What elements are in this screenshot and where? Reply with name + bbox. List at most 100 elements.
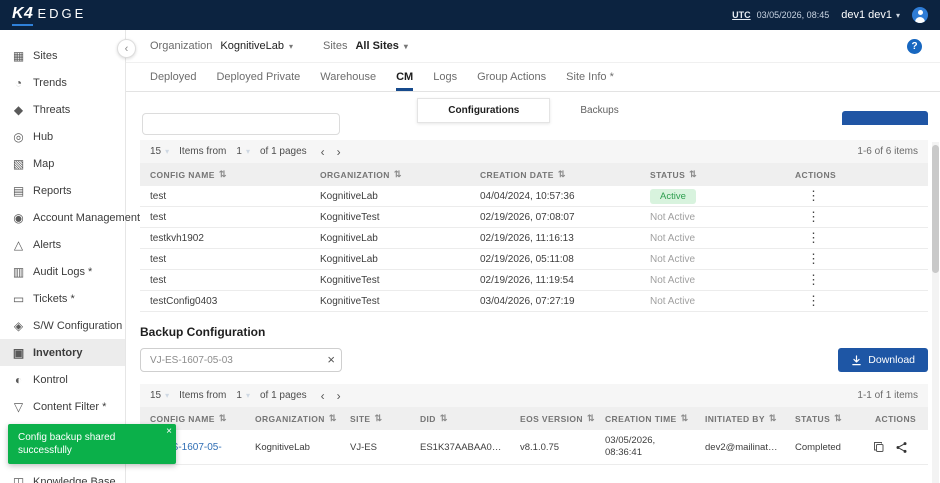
tab-group-actions[interactable]: Group Actions: [477, 63, 546, 91]
sidebar-item-label: Sites: [33, 50, 57, 62]
table-row: testConfig0403 KognitiveTest 03/04/2026,…: [140, 291, 928, 312]
user-menu[interactable]: dev1 dev1 ▾: [841, 9, 900, 21]
clear-search-icon[interactable]: ×: [327, 352, 335, 368]
sidebar-collapse-button[interactable]: ‹: [117, 39, 136, 58]
sort-icon[interactable]: ⇅: [219, 169, 227, 180]
row-actions-menu-icon[interactable]: ⋮: [795, 293, 820, 308]
status-text: Not Active: [640, 296, 785, 307]
next-page-icon[interactable]: ›: [337, 390, 341, 402]
prev-page-icon[interactable]: ‹: [321, 146, 325, 158]
top-header: K4 EDGE UTC 03/05/2026, 08:45 dev1 dev1 …: [0, 0, 940, 30]
tab-warehouse[interactable]: Warehouse: [320, 63, 376, 91]
utc-timezone-link[interactable]: UTC: [732, 10, 751, 20]
sidebar-item-content-filter[interactable]: ▽Content Filter *: [0, 393, 125, 420]
sidebar-item-sites[interactable]: ▦Sites: [0, 42, 125, 69]
creation-time-cell: 03/05/2026, 08:36:41: [595, 435, 695, 459]
subtabs-row: Configurations Backups: [126, 92, 940, 128]
sites-value: All Sites: [355, 40, 398, 52]
page-size-select[interactable]: 15 ▾: [150, 146, 169, 157]
eos-version-cell: v8.1.0.75: [510, 442, 595, 453]
sort-icon[interactable]: ⇅: [375, 413, 383, 424]
creation-date-cell: 04/04/2024, 10:57:36: [470, 191, 640, 202]
did-cell: ES1K37AABAA001607: [410, 442, 510, 453]
sidebar-item-inventory[interactable]: ▣Inventory: [0, 339, 125, 366]
account-icon: ◉: [12, 211, 25, 225]
vertical-scrollbar-thumb[interactable]: [932, 145, 939, 273]
next-page-icon[interactable]: ›: [337, 146, 341, 158]
organization-cell: KognitiveLab: [310, 233, 470, 244]
scrolled-partial-input[interactable]: [142, 113, 340, 135]
status-text: Completed: [785, 442, 865, 453]
row-actions-menu-icon[interactable]: ⋮: [795, 272, 820, 287]
sort-icon[interactable]: ⇅: [329, 413, 337, 424]
creation-date-cell: 03/04/2026, 07:27:19: [470, 296, 640, 307]
column-header: ACTIONS: [795, 170, 836, 180]
user-avatar-icon[interactable]: [912, 7, 928, 23]
table-row: testkvh1902 KognitiveLab 02/19/2026, 11:…: [140, 228, 928, 249]
sidebar-item-reports[interactable]: ▤Reports: [0, 177, 125, 204]
status-text: Not Active: [640, 212, 785, 223]
status-text: Not Active: [640, 233, 785, 244]
sidebar-item-hub[interactable]: ◎Hub: [0, 123, 125, 150]
creation-date-cell: 02/19/2026, 11:19:54: [470, 275, 640, 286]
row-actions-menu-icon[interactable]: ⋮: [795, 188, 820, 203]
column-header: DID: [420, 414, 436, 424]
sidebar-item-label: Inventory: [33, 347, 83, 359]
creation-date-cell: 02/19/2026, 05:11:08: [470, 254, 640, 265]
page-number-select[interactable]: 1 ▾: [236, 390, 250, 401]
tab-cm[interactable]: CM: [396, 63, 413, 91]
sort-icon[interactable]: ⇅: [219, 413, 227, 424]
items-range-label: 1-1 of 1 items: [857, 390, 918, 401]
backup-search-input[interactable]: [140, 348, 342, 372]
page-number-select[interactable]: 1 ▾: [236, 146, 250, 157]
sort-icon[interactable]: ⇅: [558, 169, 566, 180]
page-size-value: 15: [150, 390, 161, 401]
table-row: test KognitiveTest 02/19/2026, 11:19:54 …: [140, 270, 928, 291]
sidebar-item-label: S/W Configuration: [33, 320, 122, 332]
sites-select[interactable]: All Sites ▾: [355, 40, 407, 52]
sort-icon[interactable]: ⇅: [681, 413, 689, 424]
tab-logs[interactable]: Logs: [433, 63, 457, 91]
sidebar-item-sw-configuration[interactable]: ◈S/W Configuration: [0, 312, 125, 339]
sort-icon[interactable]: ⇅: [769, 413, 777, 424]
sidebar-item-label: Alerts: [33, 239, 61, 251]
toast-close-icon[interactable]: ×: [166, 425, 172, 438]
sidebar-item-tickets[interactable]: ▭Tickets *: [0, 285, 125, 312]
download-button[interactable]: Download: [838, 348, 928, 372]
prev-page-icon[interactable]: ‹: [321, 390, 325, 402]
subtab-configurations[interactable]: Configurations: [417, 98, 550, 123]
kontrol-icon: ◐: [12, 373, 25, 387]
sidebar-item-audit-logs[interactable]: ▥Audit Logs *: [0, 258, 125, 285]
column-header: STATUS: [795, 414, 830, 424]
sidebar-item-trends[interactable]: ◔Trends: [0, 69, 125, 96]
page-size-select[interactable]: 15 ▾: [150, 390, 169, 401]
sidebar-item-knowledge-base[interactable]: ◫Knowledge Base: [0, 468, 125, 483]
organization-label: Organization: [150, 40, 212, 52]
sidebar-item-label: Threats: [33, 104, 70, 116]
tab-site-info[interactable]: Site Info *: [566, 63, 614, 91]
row-actions-menu-icon[interactable]: ⋮: [795, 209, 820, 224]
config-name-cell: test: [140, 212, 310, 223]
share-icon[interactable]: [895, 441, 908, 454]
row-actions-menu-icon[interactable]: ⋮: [795, 251, 820, 266]
sort-icon[interactable]: ⇅: [587, 413, 595, 424]
sidebar-item-map[interactable]: ▧Map: [0, 150, 125, 177]
sidebar-item-kontrol[interactable]: ◐Kontrol: [0, 366, 125, 393]
sidebar-item-account-management[interactable]: ◉Account Management: [0, 204, 125, 231]
row-actions-menu-icon[interactable]: ⋮: [795, 230, 820, 245]
sidebar-item-alerts[interactable]: △Alerts: [0, 231, 125, 258]
sort-icon[interactable]: ⇅: [834, 413, 842, 424]
status-text: Not Active: [640, 254, 785, 265]
organization-select[interactable]: KognitiveLab ▾: [220, 40, 293, 52]
scrolled-partial-button[interactable]: [842, 111, 928, 125]
sidebar-item-threats[interactable]: ◆ Threats: [0, 96, 125, 123]
sort-icon[interactable]: ⇅: [689, 169, 697, 180]
tab-deployed[interactable]: Deployed: [150, 63, 196, 91]
sort-icon[interactable]: ⇅: [394, 169, 402, 180]
sort-icon[interactable]: ⇅: [440, 413, 448, 424]
subtab-backups[interactable]: Backups: [550, 99, 648, 122]
help-icon[interactable]: ?: [907, 39, 922, 54]
threats-icon: ◆: [12, 103, 25, 117]
copy-icon[interactable]: [873, 441, 885, 453]
tab-deployed-private[interactable]: Deployed Private: [216, 63, 300, 91]
